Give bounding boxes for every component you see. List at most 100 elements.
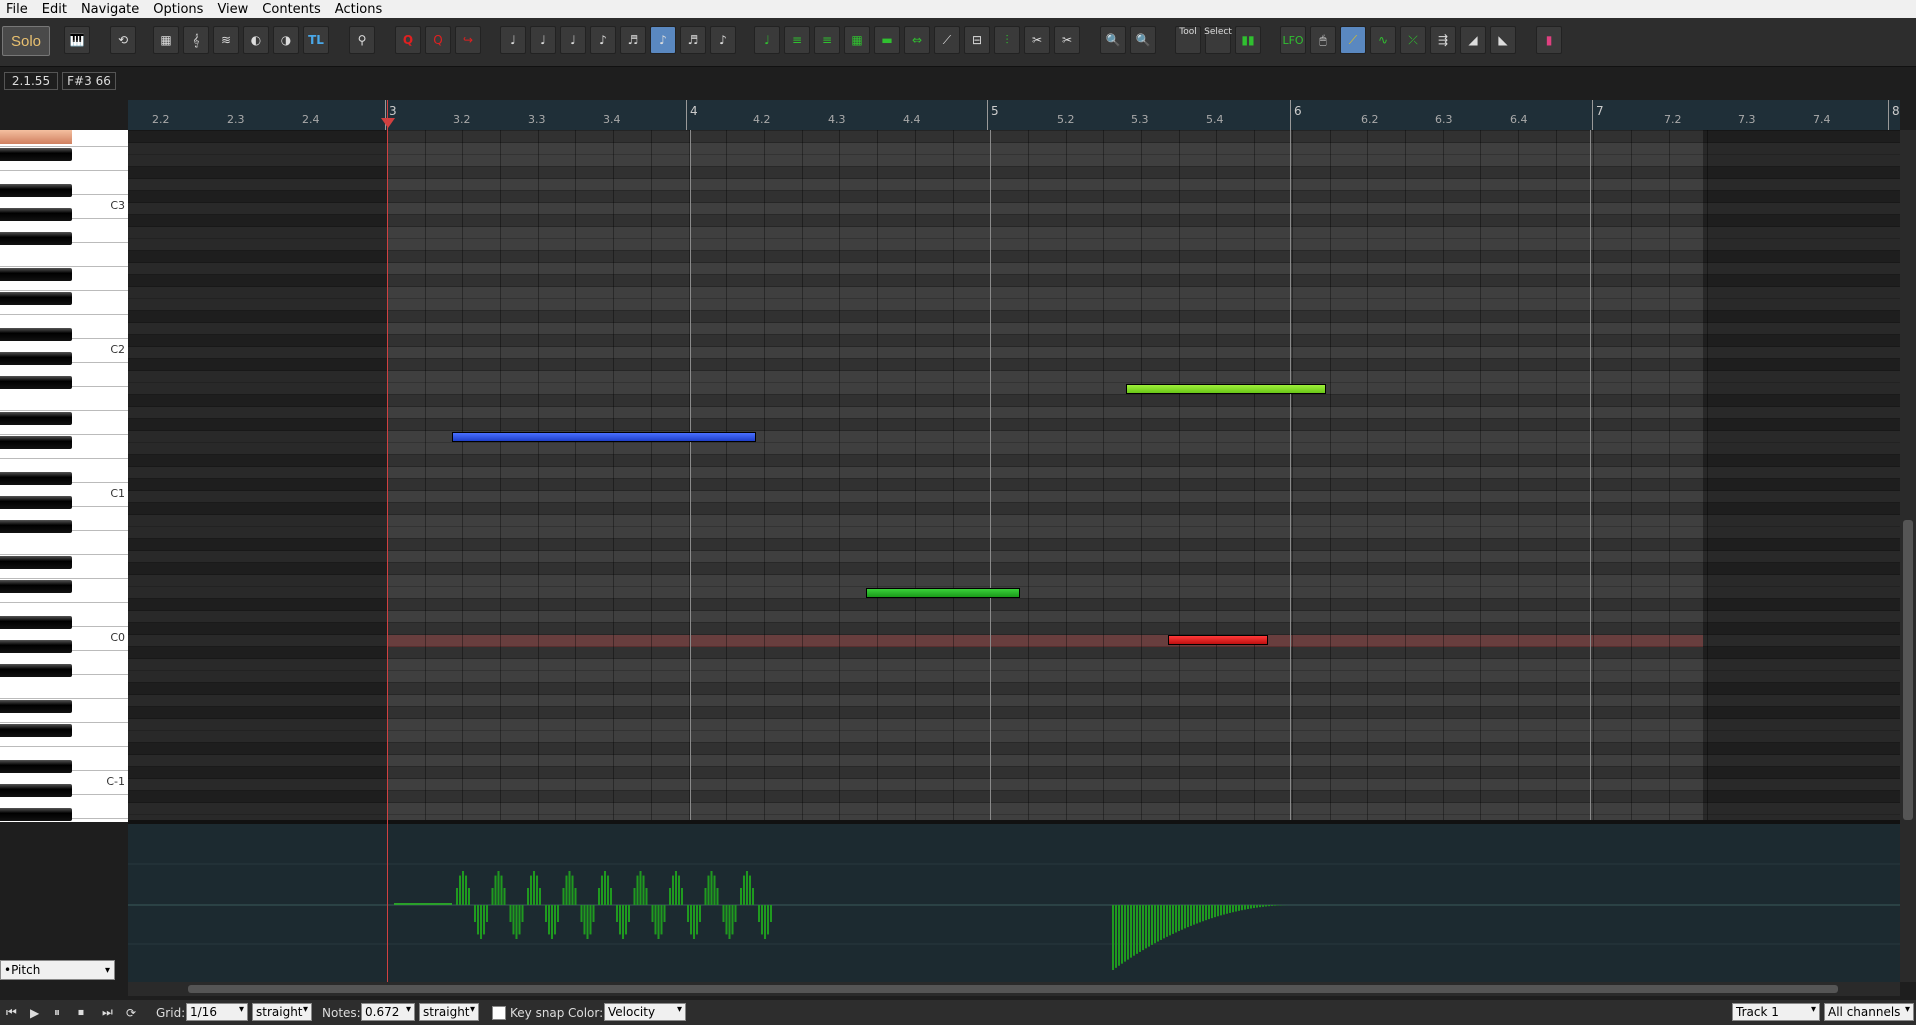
menu-options[interactable]: Options [147, 2, 211, 17]
quantize-off-icon[interactable]: Q [425, 26, 451, 54]
step-input-icon[interactable]: ⚲ [349, 26, 375, 54]
black-key[interactable] [0, 808, 72, 821]
vertical-scroll-thumb[interactable] [1903, 520, 1913, 820]
transport-rewind-icon[interactable]: ⏮ [6, 1005, 17, 1020]
black-key[interactable] [0, 616, 72, 629]
note-sixteenth-icon[interactable]: ♬ [620, 26, 646, 54]
select-button[interactable]: Select [1204, 26, 1232, 54]
black-key[interactable] [0, 292, 72, 305]
note-eighth-icon[interactable]: ♪ [590, 26, 616, 54]
lfo-button[interactable]: LFO [1280, 26, 1306, 54]
transport-end-icon[interactable]: ⏭ [102, 1005, 113, 1020]
quantize-icon[interactable]: Q [395, 26, 421, 54]
treble-clef-icon[interactable]: 𝄞 [183, 26, 209, 54]
white-key[interactable] [0, 722, 128, 723]
black-key[interactable] [0, 412, 72, 425]
grid-notes-icon[interactable]: ▦ [844, 26, 870, 54]
white-key[interactable] [0, 458, 128, 459]
menu-contents[interactable]: Contents [256, 2, 328, 17]
ramp-down-icon[interactable]: ◣ [1490, 26, 1516, 54]
menu-edit[interactable]: Edit [36, 2, 75, 17]
black-key[interactable] [0, 352, 72, 365]
white-key[interactable] [0, 434, 128, 435]
black-key[interactable] [0, 148, 72, 161]
highlighted-key[interactable] [0, 130, 72, 144]
note-64th-icon[interactable]: ♬ [680, 26, 706, 54]
piano-roll-icon[interactable]: 🎹 [64, 26, 90, 54]
black-key[interactable] [0, 700, 72, 713]
velocity-bars-icon[interactable]: ▮▮ [1235, 26, 1261, 54]
white-key[interactable] [0, 314, 128, 315]
pianoroll-view-icon[interactable]: ▦ [153, 26, 179, 54]
black-key[interactable] [0, 184, 72, 197]
black-key[interactable] [0, 232, 72, 245]
solo-button[interactable]: Solo [2, 26, 50, 56]
transport-stop-icon[interactable]: ⏹ [78, 1005, 84, 1020]
repeat-icon[interactable]: ⟳ [126, 1006, 136, 1020]
black-key[interactable] [0, 640, 72, 653]
color-select[interactable]: Velocity ▾ [604, 1003, 686, 1021]
note-whole-icon[interactable]: ♩ [500, 26, 526, 54]
transport-pause-icon[interactable]: ⏸ [54, 1005, 60, 1020]
knife-icon[interactable]: ⟋ [934, 26, 960, 54]
black-key[interactable] [0, 784, 72, 797]
palette-icon[interactable]: ◐ [243, 26, 269, 54]
legato-icon[interactable]: ≡ [814, 26, 840, 54]
tool-button[interactable]: Tool [1175, 26, 1201, 54]
black-key[interactable] [0, 436, 72, 449]
white-key[interactable] [0, 602, 128, 603]
curve-2-icon[interactable]: ⤫ [1400, 26, 1426, 54]
menu-view[interactable]: View [211, 2, 256, 17]
note-grid[interactable] [128, 130, 1900, 822]
cut-2-icon[interactable]: ✂ [1054, 26, 1080, 54]
palette-2-icon[interactable]: ◑ [273, 26, 299, 54]
playhead[interactable] [387, 100, 388, 982]
black-key[interactable] [0, 520, 72, 533]
insert-note-icon[interactable]: ♩ [754, 26, 780, 54]
horizontal-scroll-thumb[interactable] [188, 985, 1838, 993]
horizontal-scrollbar[interactable] [128, 982, 1900, 996]
timeline-ruler[interactable]: 2.2 2.3 2.4 3 3.2 3.3 3.4 4 4.2 4.3 4.4 5 5.2 5.3 5.4 6… [128, 100, 1900, 130]
black-key[interactable] [0, 556, 72, 569]
playhead-marker-icon[interactable] [381, 118, 395, 128]
white-key[interactable] [0, 746, 128, 747]
vertical-scrollbar[interactable] [1900, 130, 1916, 982]
black-key[interactable] [0, 760, 72, 773]
zoom-in-icon[interactable]: 🔍 [1130, 26, 1156, 54]
key-snap-checkbox[interactable] [492, 1006, 506, 1020]
glue-icon[interactable]: ⊟ [964, 26, 990, 54]
curve-icon[interactable]: ∿ [1370, 26, 1396, 54]
black-key[interactable] [0, 472, 72, 485]
zoom-out-icon[interactable]: 🔍 [1100, 26, 1126, 54]
loop-icon[interactable]: ⟲ [110, 26, 136, 54]
white-key[interactable] [0, 170, 128, 171]
menu-actions[interactable]: Actions [329, 2, 391, 17]
piano-keyboard[interactable]: C3 C2 C1 C0 C-1 [0, 130, 128, 822]
channel-select[interactable]: All channels ▾ [1824, 1003, 1914, 1021]
humanize-icon[interactable]: ≡ [784, 26, 810, 54]
event-list-icon[interactable]: ≋ [213, 26, 239, 54]
arrow-ramp-icon[interactable]: ⇶ [1430, 26, 1456, 54]
menu-navigate[interactable]: Navigate [75, 2, 147, 17]
white-key[interactable] [0, 698, 128, 699]
chop-icon[interactable]: ⫶ [994, 26, 1020, 54]
length-icon[interactable]: ▬ [874, 26, 900, 54]
note-light-green[interactable] [1126, 384, 1326, 394]
stretch-icon[interactable]: ⇔ [904, 26, 930, 54]
note-128th-icon[interactable]: ♪ [710, 26, 736, 54]
black-key[interactable] [0, 496, 72, 509]
black-key[interactable] [0, 328, 72, 341]
white-key[interactable] [0, 410, 128, 411]
grid-select[interactable]: 1/16 ▾ [186, 1003, 248, 1021]
note-half-icon[interactable]: ♩ [530, 26, 556, 54]
transport-play-icon[interactable]: ▶ [30, 1006, 39, 1020]
black-key[interactable] [0, 268, 72, 281]
note-blue[interactable] [452, 432, 756, 442]
track-select[interactable]: Track 1 ▾ [1732, 1003, 1820, 1021]
ramp-up-icon[interactable]: ◢ [1460, 26, 1486, 54]
cc-lane-select[interactable]: •Pitch ▾ [0, 960, 115, 980]
notes-select[interactable]: 0.672 ▾ [361, 1003, 415, 1021]
note-red[interactable] [1168, 635, 1268, 645]
note-quarter-icon[interactable]: ♩ [560, 26, 586, 54]
white-key[interactable] [0, 266, 128, 267]
